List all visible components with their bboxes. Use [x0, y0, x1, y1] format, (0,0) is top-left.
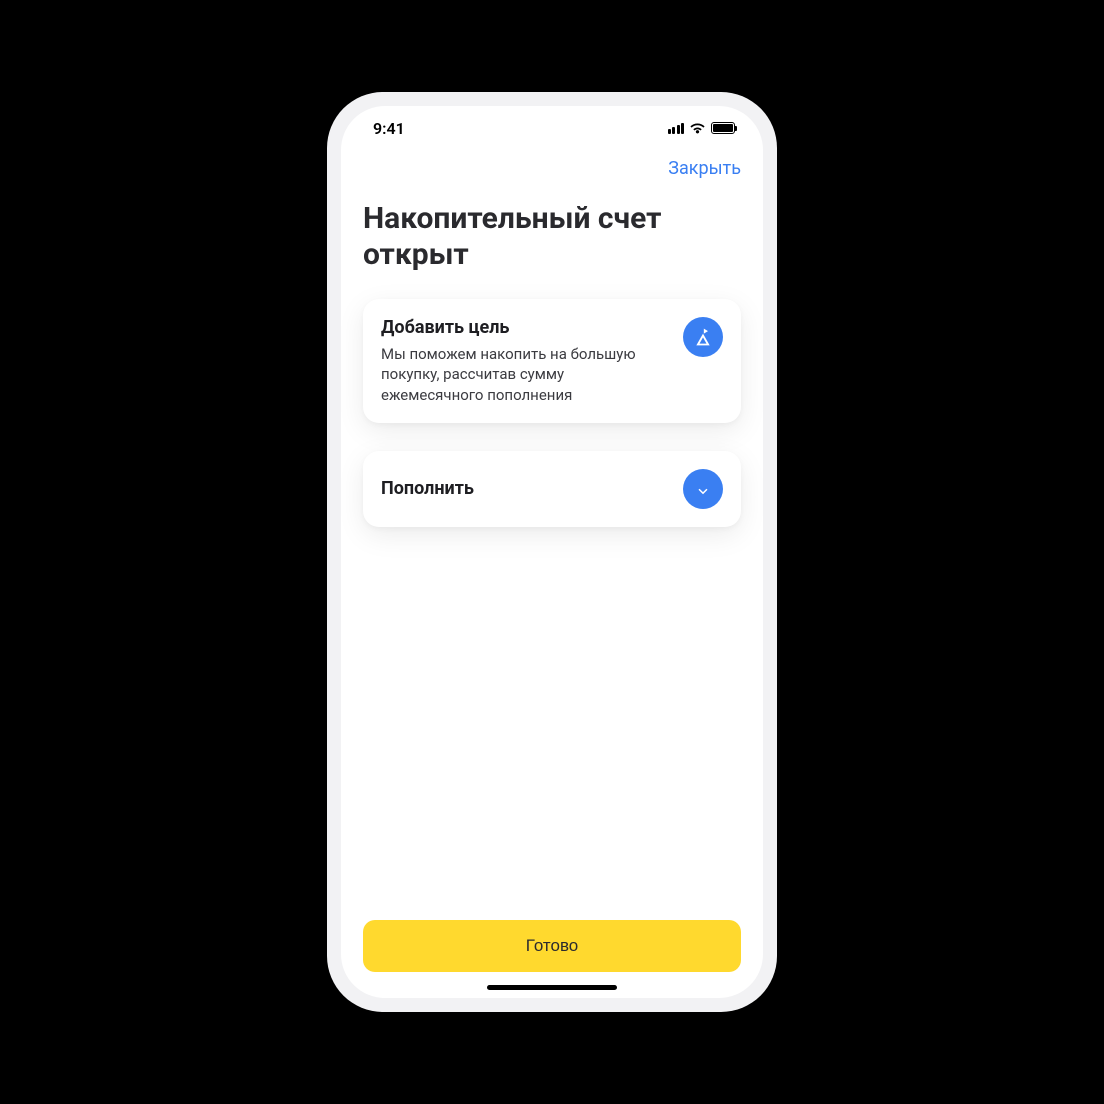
cellular-icon	[668, 123, 685, 134]
battery-icon	[711, 122, 735, 134]
done-button[interactable]: Готово	[363, 920, 741, 972]
status-indicators	[668, 122, 736, 134]
nav-bar: Закрыть	[341, 150, 763, 183]
arrow-down-icon	[683, 469, 723, 509]
add-goal-title: Добавить цель	[381, 317, 669, 338]
screen: 9:41 Закрыть Накопительный счет открыт Д…	[341, 106, 763, 998]
content: Накопительный счет открыт Добавить цель …	[341, 183, 763, 920]
wifi-icon	[689, 122, 706, 134]
topup-body: Пополнить	[381, 478, 669, 499]
phone-frame: 9:41 Закрыть Накопительный счет открыт Д…	[327, 92, 777, 1012]
close-button[interactable]: Закрыть	[668, 158, 741, 179]
home-indicator[interactable]	[487, 985, 617, 990]
status-time: 9:41	[373, 119, 405, 138]
page-title: Накопительный счет открыт	[363, 201, 741, 273]
topup-card[interactable]: Пополнить	[363, 451, 741, 527]
add-goal-body: Добавить цель Мы поможем накопить на бол…	[381, 317, 669, 405]
add-goal-card[interactable]: Добавить цель Мы поможем накопить на бол…	[363, 299, 741, 423]
add-goal-desc: Мы поможем накопить на большую покупку, …	[381, 344, 669, 405]
status-bar: 9:41	[341, 106, 763, 150]
mountain-flag-icon	[683, 317, 723, 357]
topup-title: Пополнить	[381, 478, 669, 499]
